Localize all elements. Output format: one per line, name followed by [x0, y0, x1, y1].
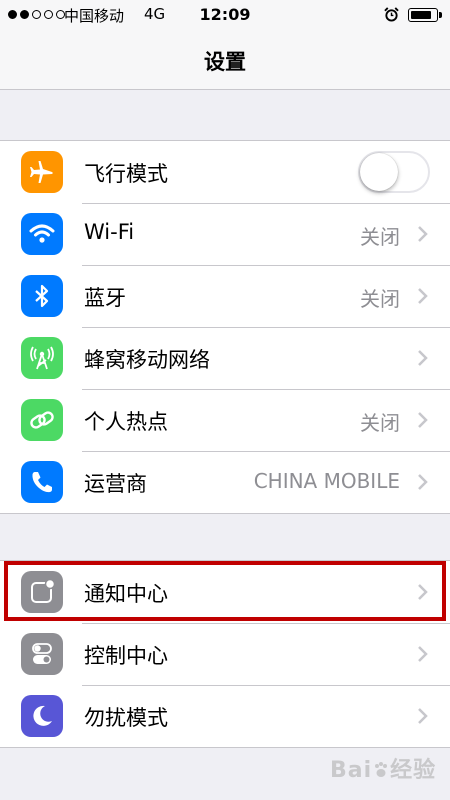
chevron-right-icon: [418, 288, 428, 304]
cellular-icon: [21, 337, 63, 379]
settings-row-value: CHINA MOBILE: [253, 469, 400, 493]
airplane-mode-toggle[interactable]: [358, 151, 430, 193]
settings-row-label: 控制中心: [84, 644, 168, 668]
chevron-right-icon: [418, 350, 428, 366]
status-time: 12:09: [199, 5, 251, 24]
phone-icon: [21, 461, 63, 503]
settings-row-label: 个人热点: [84, 410, 168, 434]
chevron-right-icon: [418, 646, 428, 662]
settings-row-label: 通知中心: [84, 582, 168, 606]
settings-row-airplane-mode[interactable]: 飞行模式: [0, 141, 450, 203]
page-title: 设置: [204, 50, 246, 74]
settings-row-label: 勿扰模式: [84, 706, 168, 730]
settings-row-wifi[interactable]: Wi-Fi 关闭: [0, 203, 450, 265]
settings-row-value: 关闭: [360, 287, 400, 311]
settings-row-label: 蓝牙: [84, 286, 126, 310]
settings-row-label: Wi-Fi: [84, 220, 135, 244]
navigation-bar: 设置: [0, 30, 450, 90]
toggle-knob: [360, 153, 398, 191]
alarm-clock-icon: [384, 7, 399, 22]
wifi-icon: [21, 213, 63, 255]
settings-row-personal-hotspot[interactable]: 个人热点 关闭: [0, 389, 450, 451]
settings-row-label: 运营商: [84, 472, 147, 496]
hotspot-icon: [21, 399, 63, 441]
settings-row-value: 关闭: [360, 225, 400, 249]
moon-icon: [21, 695, 63, 737]
settings-group-connectivity: 飞行模式 Wi-Fi 关闭 蓝牙 关闭 蜂窝移动网络 个人热点 关闭 运营商 C…: [0, 140, 450, 514]
settings-row-control-center[interactable]: 控制中心: [0, 623, 450, 685]
chevron-right-icon: [418, 584, 428, 600]
settings-row-label: 飞行模式: [84, 162, 168, 186]
settings-row-value: 关闭: [360, 411, 400, 435]
airplane-icon: [21, 151, 63, 193]
settings-group-notifications: 通知中心 控制中心 勿扰模式: [0, 560, 450, 748]
settings-row-label: 蜂窝移动网络: [84, 348, 210, 372]
bluetooth-icon: [21, 275, 63, 317]
watermark-brand-a: Bai: [330, 758, 373, 783]
control-center-icon: [21, 633, 63, 675]
baidu-watermark: Bai 经验: [330, 752, 436, 784]
chevron-right-icon: [418, 412, 428, 428]
status-bar: 中国移动 4G 12:09: [0, 0, 450, 30]
chevron-right-icon: [418, 474, 428, 490]
settings-row-notification-center[interactable]: 通知中心: [0, 561, 450, 623]
watermark-brand-b: 经验: [390, 758, 437, 783]
settings-row-carrier[interactable]: 运营商 CHINA MOBILE: [0, 451, 450, 513]
chevron-right-icon: [418, 226, 428, 242]
settings-row-bluetooth[interactable]: 蓝牙 关闭: [0, 265, 450, 327]
settings-row-cellular[interactable]: 蜂窝移动网络: [0, 327, 450, 389]
settings-row-do-not-disturb[interactable]: 勿扰模式: [0, 685, 450, 747]
notification-icon: [21, 571, 63, 613]
paw-icon: [375, 762, 388, 777]
chevron-right-icon: [418, 708, 428, 724]
battery-icon: [408, 8, 442, 22]
